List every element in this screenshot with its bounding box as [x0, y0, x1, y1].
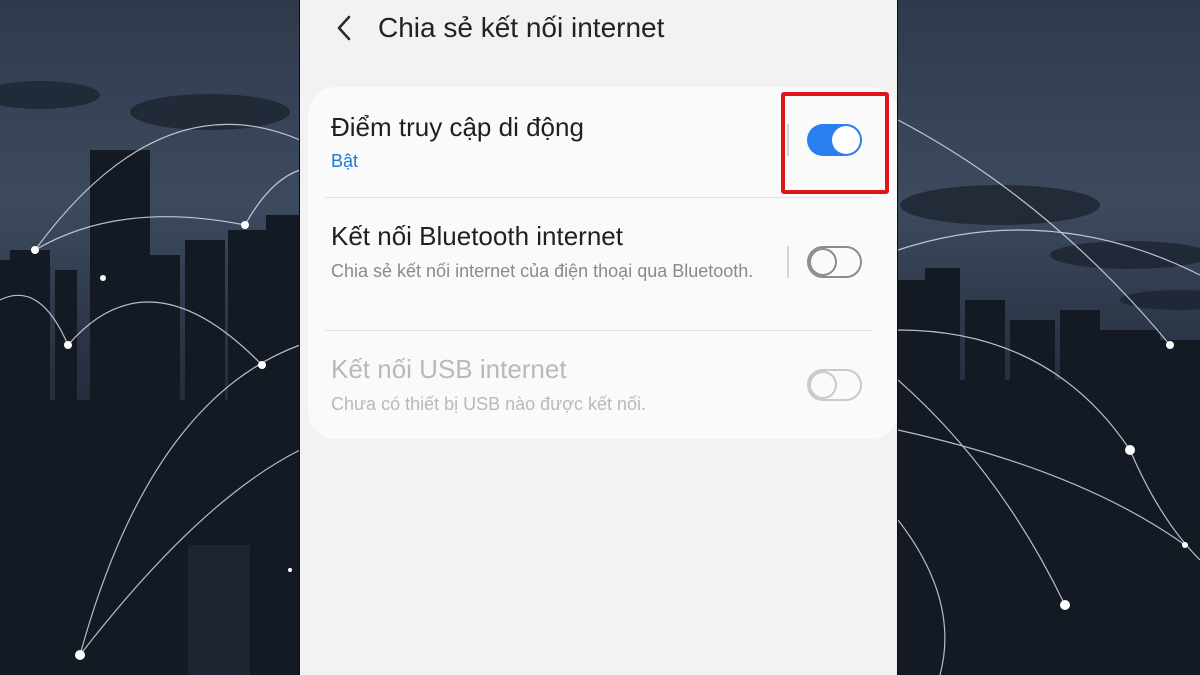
page-title: Chia sẻ kết nối internet: [378, 12, 665, 43]
back-arrow-icon: [337, 15, 351, 41]
highlight-box: [781, 92, 889, 194]
vertical-divider: [787, 246, 789, 278]
bluetooth-tethering-toggle[interactable]: [807, 246, 862, 278]
setting-title: Điểm truy cập di động: [331, 112, 584, 142]
setting-description: Chưa có thiết bị USB nào được kết nối.: [331, 394, 647, 414]
setting-status: Bật: [331, 151, 359, 171]
usb-tethering-toggle: [807, 369, 862, 401]
toggle-knob: [809, 248, 837, 276]
back-button[interactable]: [326, 8, 362, 48]
toggle-knob: [809, 371, 837, 399]
setting-description: Chia sẻ kết nối internet của điện thoại …: [331, 261, 754, 281]
setting-row-usb-tethering: Kết nối USB internet Chưa có thiết bị US…: [308, 331, 897, 439]
app-bar: Chia sẻ kết nối internet: [300, 0, 897, 58]
setting-row-bluetooth-tethering[interactable]: Kết nối Bluetooth internet Chia sẻ kết n…: [308, 198, 897, 330]
setting-title: Kết nối Bluetooth internet: [331, 221, 623, 251]
setting-title: Kết nối USB internet: [331, 354, 567, 384]
